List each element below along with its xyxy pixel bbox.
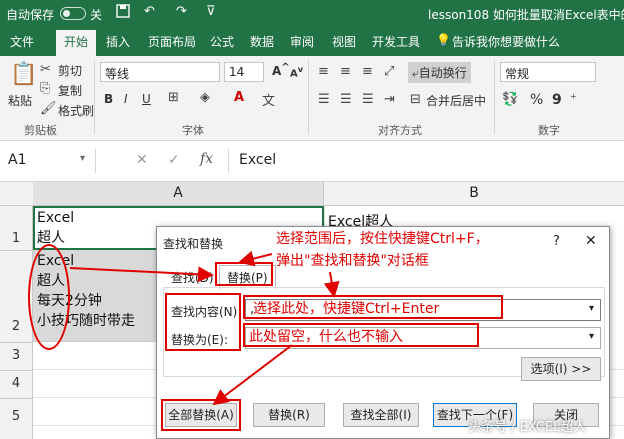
annotation-arrows xyxy=(69,250,340,406)
arrow-from-note xyxy=(238,250,273,267)
arrow-to-replace-tab xyxy=(69,266,214,283)
arrow-to-replace-all xyxy=(212,344,293,406)
arrow-to-find-field xyxy=(323,271,340,298)
watermark: 头条号 / EXCEL超人 xyxy=(468,420,587,435)
